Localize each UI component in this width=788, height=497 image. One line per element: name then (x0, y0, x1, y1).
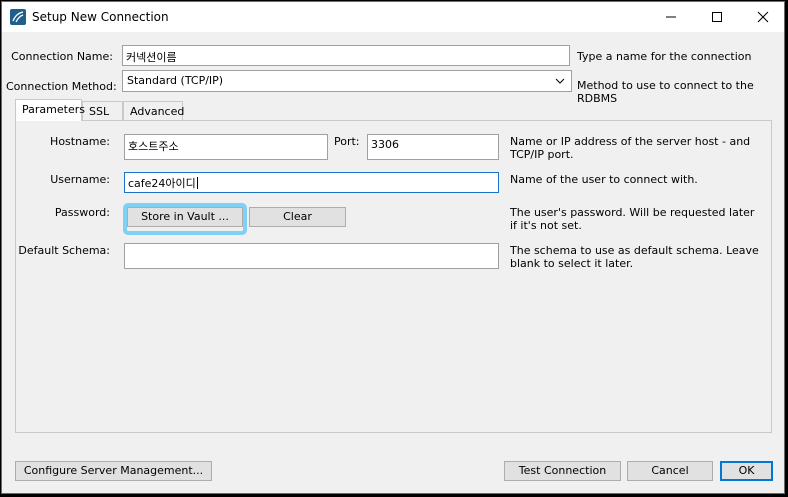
username-hint: Name of the user to connect with. (510, 173, 698, 186)
close-button[interactable] (740, 2, 786, 32)
default-schema-label: Default Schema: (18, 244, 110, 257)
connection-name-label: Connection Name: (11, 50, 113, 63)
default-schema-hint: The schema to use as default schema. Lea… (510, 244, 759, 270)
store-in-vault-button[interactable]: Store in Vault ... (127, 207, 243, 227)
default-schema-input[interactable] (124, 243, 499, 269)
minimize-icon (666, 16, 676, 18)
tab-advanced[interactable]: Advanced (123, 101, 184, 121)
connection-method-label: Connection Method: (6, 80, 117, 93)
mysql-workbench-icon (10, 9, 26, 25)
test-connection-button[interactable]: Test Connection (504, 461, 621, 481)
dialog-window: Setup New Connection Connection Name: 커넥… (1, 1, 785, 494)
text-caret (196, 177, 198, 189)
tab-parameters[interactable]: Parameters (15, 99, 85, 121)
clear-password-button[interactable]: Clear (249, 207, 346, 227)
username-value: cafe24아이디 (128, 177, 196, 190)
configure-server-management-button[interactable]: Configure Server Management... (15, 461, 212, 481)
username-label: Username: (50, 173, 110, 186)
connection-name-input[interactable]: 커넥션이름 (122, 45, 570, 66)
chevron-down-icon (555, 78, 565, 84)
minimize-button[interactable] (648, 2, 694, 32)
tab-ssl[interactable]: SSL (82, 101, 123, 121)
parameters-panel (15, 120, 772, 433)
close-icon (757, 11, 769, 23)
cancel-button[interactable]: Cancel (627, 461, 713, 481)
connection-name-hint: Type a name for the connection (577, 50, 752, 63)
hostname-input[interactable]: 호스트주소 (124, 134, 328, 160)
port-input[interactable]: 3306 (367, 134, 499, 160)
maximize-icon (712, 12, 722, 22)
username-input[interactable]: cafe24아이디 (124, 172, 499, 193)
maximize-button[interactable] (694, 2, 740, 32)
password-hint: The user's password. Will be requested l… (510, 206, 755, 232)
hostname-label: Hostname: (50, 135, 110, 148)
window-title: Setup New Connection (32, 10, 169, 24)
connection-method-select[interactable]: Standard (TCP/IP) (122, 70, 572, 92)
connection-method-value: Standard (TCP/IP) (127, 74, 224, 87)
connection-method-hint: Method to use to connect to the RDBMS (577, 79, 754, 105)
ok-button[interactable]: OK (720, 461, 773, 481)
host-hint: Name or IP address of the server host - … (510, 135, 751, 161)
port-label: Port: (334, 135, 360, 148)
title-bar: Setup New Connection (2, 2, 784, 32)
password-label: Password: (54, 206, 110, 219)
